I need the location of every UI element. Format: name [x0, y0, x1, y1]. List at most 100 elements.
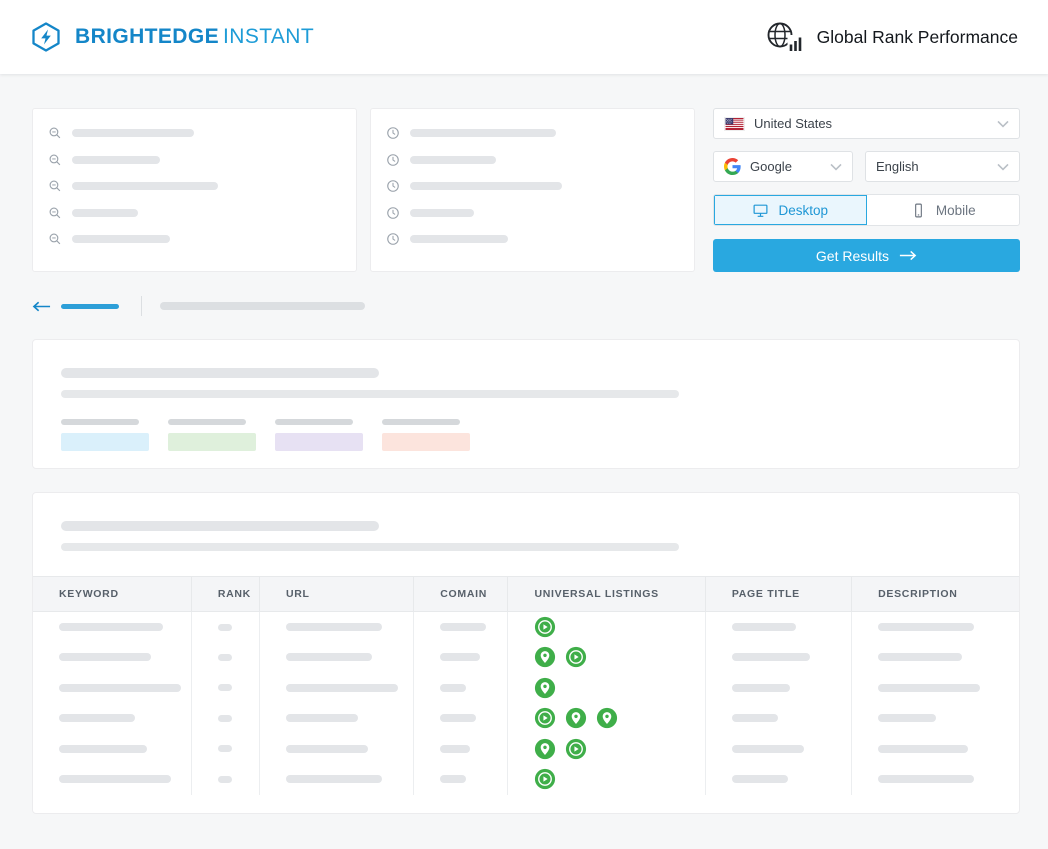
column-header-page-title: PAGE TITLE [705, 577, 851, 612]
search-engine-value: Google [750, 159, 792, 174]
video-icon [565, 738, 587, 760]
skeleton-bar [168, 419, 246, 425]
keyword-suggestions-card [32, 108, 357, 272]
column-header-keyword: KEYWORD [33, 577, 191, 612]
search-icon [48, 153, 62, 167]
get-results-label: Get Results [816, 248, 889, 264]
list-item [386, 232, 679, 246]
brand-name: BRIGHTEDGEINSTANT [75, 25, 314, 49]
skeleton-bar [218, 715, 232, 722]
list-item [386, 153, 679, 167]
skeleton-bar [732, 653, 810, 661]
stat-blocks [61, 419, 991, 451]
skeleton-bar [218, 654, 232, 661]
stat-group [61, 419, 149, 451]
table-row [33, 703, 1019, 734]
skeleton-bar [286, 775, 382, 783]
skeleton-bar [61, 390, 679, 398]
table-row [33, 642, 1019, 673]
device-option-desktop[interactable]: Desktop [714, 195, 867, 225]
device-option-desktop-label: Desktop [778, 203, 828, 218]
page-title: Global Rank Performance [817, 27, 1018, 48]
places-icon [565, 707, 587, 729]
chevron-down-icon [997, 120, 1009, 128]
column-header-universal-listings: UNIVERSAL LISTINGS [508, 577, 705, 612]
skeleton-bar [72, 182, 218, 190]
brand: BRIGHTEDGEINSTANT [30, 21, 314, 53]
column-header-url: URL [259, 577, 413, 612]
skeleton-bar [440, 684, 466, 692]
list-item [48, 153, 341, 167]
global-rank-icon [765, 20, 803, 54]
skeleton-bar [382, 419, 460, 425]
divider [141, 296, 142, 316]
search-icon [48, 206, 62, 220]
stat-group [275, 419, 363, 451]
skeleton-bar [440, 653, 480, 661]
skeleton-bar [878, 684, 980, 692]
brightedge-logo-icon [30, 21, 62, 53]
skeleton-bar [732, 775, 788, 783]
skeleton-bar [286, 653, 372, 661]
table-row [33, 734, 1019, 765]
skeleton-bar [732, 684, 790, 692]
list-item [48, 179, 341, 193]
skeleton-bar [878, 745, 968, 753]
back-arrow-icon[interactable] [32, 300, 51, 313]
video-icon [534, 768, 556, 790]
table-row [33, 612, 1019, 643]
column-header-description: DESCRIPTION [852, 577, 1019, 612]
summary-card [32, 339, 1020, 469]
language-select[interactable]: English [865, 151, 1020, 182]
get-results-button[interactable]: Get Results [713, 239, 1020, 272]
skeleton-bar [286, 745, 368, 753]
query-panel: United States Google [32, 108, 1020, 272]
places-icon [534, 738, 556, 760]
skeleton-bar [878, 653, 962, 661]
search-engine-select[interactable]: Google [713, 151, 853, 182]
recent-searches-card [370, 108, 695, 272]
stat-group [382, 419, 470, 451]
list-item [48, 126, 341, 140]
skeleton-bar [410, 209, 474, 217]
device-option-mobile[interactable]: Mobile [867, 195, 1020, 225]
skeleton-bar [59, 745, 147, 753]
list-item [386, 126, 679, 140]
skeleton-bar [410, 182, 562, 190]
chevron-down-icon [997, 163, 1009, 171]
column-header-rank: RANK [191, 577, 259, 612]
video-icon [534, 616, 556, 638]
skeleton-bar [878, 775, 974, 783]
skeleton-bar [61, 543, 679, 551]
list-item [48, 206, 341, 220]
breadcrumb [32, 295, 1020, 317]
skeleton-bar [72, 209, 138, 217]
skeleton-bar [72, 235, 170, 243]
stat-block-green [168, 433, 256, 451]
history-icon [386, 179, 400, 193]
chevron-down-icon [830, 163, 842, 171]
skeleton-bar [286, 623, 382, 631]
country-select-value: United States [754, 116, 832, 131]
device-toggle: Desktop Mobile [713, 194, 1020, 226]
skeleton-bar [286, 684, 398, 692]
stat-block-red [382, 433, 470, 451]
history-icon [386, 206, 400, 220]
skeleton-bar [440, 623, 486, 631]
stat-block-purple [275, 433, 363, 451]
skeleton-bar [218, 745, 232, 752]
places-icon [596, 707, 618, 729]
skeleton-bar [59, 623, 163, 631]
skeleton-bar [440, 745, 470, 753]
skeleton-bar [732, 745, 804, 753]
country-select[interactable]: United States [713, 108, 1020, 139]
skeleton-bar [61, 304, 119, 309]
search-icon [48, 179, 62, 193]
places-icon [534, 646, 556, 668]
skeleton-bar [440, 714, 476, 722]
mobile-icon [910, 202, 927, 219]
skeleton-bar [72, 156, 160, 164]
table-row [33, 673, 1019, 704]
skeleton-bar [59, 653, 151, 661]
skeleton-bar [275, 419, 353, 425]
